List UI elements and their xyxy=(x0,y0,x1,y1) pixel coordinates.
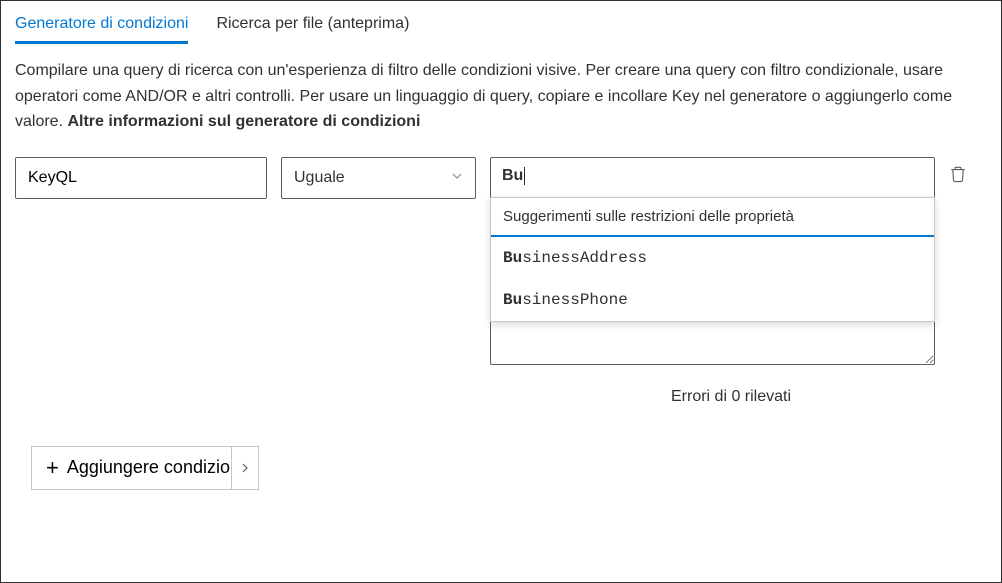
delete-condition-button[interactable] xyxy=(949,165,973,189)
field-name-input[interactable] xyxy=(15,157,267,199)
errors-detected-text: Errori di 0 rilevati xyxy=(475,388,987,406)
chevron-down-icon xyxy=(451,170,463,185)
tabs-bar: Generatore di condizioni Ricerca per fil… xyxy=(15,9,987,44)
tab-file-search[interactable]: Ricerca per file (anteprima) xyxy=(216,9,409,44)
suggestion-item[interactable]: BusinessAddress xyxy=(491,237,934,279)
suggestions-header: Suggerimenti sulle restrizioni delle pro… xyxy=(491,198,934,237)
chevron-right-icon xyxy=(241,463,249,473)
operator-value: Uguale xyxy=(294,169,345,187)
add-conditions-label: Aggiungere condizioni xyxy=(67,457,244,478)
suggestions-dropdown: Suggerimenti sulle restrizioni delle pro… xyxy=(490,197,935,322)
value-wrapper: Bu Suggerimenti sulle restrizioni delle … xyxy=(490,157,935,368)
description-text: Compilare una query di ricerca con un'es… xyxy=(15,58,987,135)
learn-more-link[interactable]: Altre informazioni sul generatore di con… xyxy=(67,113,420,130)
split-button-chevron[interactable] xyxy=(231,446,259,490)
condition-row: Uguale Bu Suggerimenti sulle restrizioni… xyxy=(15,157,987,368)
operator-select[interactable]: Uguale xyxy=(281,157,476,199)
plus-icon: + xyxy=(46,455,59,481)
suggestion-item[interactable]: BusinessPhone xyxy=(491,279,934,321)
tab-conditions-builder[interactable]: Generatore di condizioni xyxy=(15,9,188,44)
trash-icon xyxy=(949,165,967,183)
add-conditions-button[interactable]: + Aggiungere condizioni xyxy=(31,446,259,490)
